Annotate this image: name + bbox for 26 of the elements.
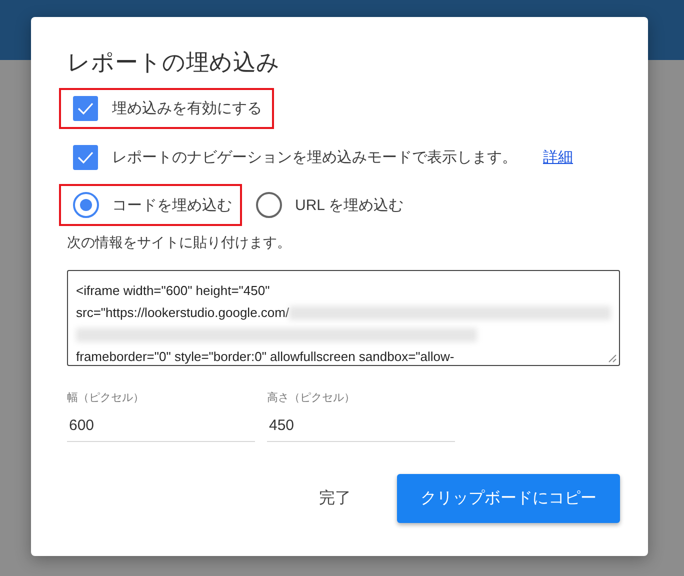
number-field[interactable]: 高さ（ピクセル） 450: [267, 390, 455, 442]
code-line: frameborder="0" style="border:0" allowfullscreen sandbox="allow-: [76, 348, 454, 365]
dialog-title: レポートの埋め込み: [67, 48, 281, 77]
checkbox-label: レポートのナビゲーションを埋め込みモードで表示します。: [112, 148, 517, 167]
checkbox-label: 埋め込みを有効にする: [112, 99, 262, 118]
embed-code-field[interactable]: <iframe width="600" height="450" src="https://lookerstudio.google.com/ frameborder="0" style="border:0" allowfullscreen sandbox="allow-: [67, 270, 620, 366]
radio-label: コードを埋め込む: [112, 196, 232, 214]
code-line: <iframe width="600" height="450": [76, 282, 270, 300]
checkbox[interactable]: [73, 96, 98, 121]
checkbox[interactable]: [73, 145, 98, 170]
radio-button[interactable]: [256, 192, 282, 218]
copy-button[interactable]: クリップボードにコピー: [397, 474, 620, 523]
field-label: 幅（ピクセル）: [67, 391, 145, 405]
radio-label: URL を埋め込む: [295, 196, 404, 214]
field-value: 450: [268, 417, 296, 434]
radio-button[interactable]: [73, 192, 99, 218]
details-link[interactable]: 詳細: [543, 148, 573, 167]
field-value: 600: [68, 417, 96, 434]
checkmark-icon: [77, 151, 94, 164]
number-field[interactable]: 幅（ピクセル） 600: [67, 390, 255, 442]
resize-grip-icon[interactable]: [608, 354, 617, 363]
code-line: src="https://lookerstudio.google.com/: [76, 304, 290, 322]
instruction-text: 次の情報をサイトに貼り付けます。: [67, 234, 292, 252]
checkmark-icon: [77, 102, 94, 115]
done-button[interactable]: 完了: [309, 476, 361, 521]
field-label: 高さ（ピクセル）: [267, 390, 356, 405]
